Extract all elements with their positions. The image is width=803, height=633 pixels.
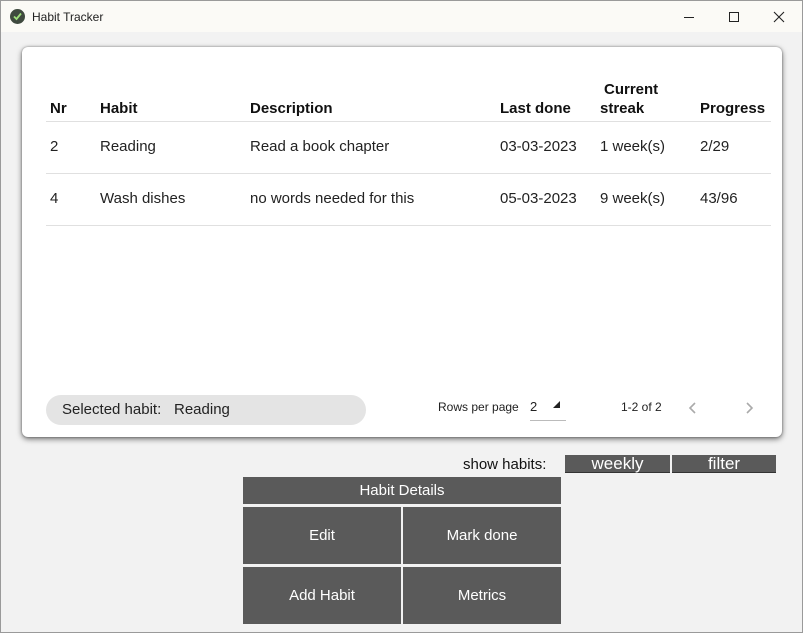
- add-habit-button[interactable]: Add Habit: [243, 567, 401, 624]
- rows-per-page-select[interactable]: 2: [530, 396, 566, 421]
- header-streak-line2: streak: [600, 100, 645, 117]
- main-content: Nr Habit Description Last done Current s…: [1, 32, 802, 632]
- close-button[interactable]: [756, 1, 802, 32]
- minimize-button[interactable]: [666, 1, 712, 32]
- pagination-range: 1-2 of 2: [621, 400, 662, 414]
- chevron-left-icon: [688, 402, 696, 414]
- cell-progress: 2/29: [700, 138, 730, 155]
- cell-last-done: 03-03-2023: [500, 138, 577, 155]
- app-check-icon: [10, 9, 25, 24]
- habits-table-card: Nr Habit Description Last done Current s…: [22, 47, 782, 437]
- minimize-icon: [684, 16, 694, 18]
- table-row[interactable]: 2 Reading Read a book chapter 03-03-2023…: [46, 121, 771, 173]
- rows-per-page-value: 2: [530, 399, 538, 414]
- header-streak-line1: Current: [604, 81, 659, 98]
- cell-description: Read a book chapter: [250, 138, 390, 155]
- filter-button[interactable]: filter: [672, 455, 776, 472]
- show-habits-label: show habits:: [463, 456, 547, 473]
- header-nr[interactable]: Nr: [50, 99, 67, 118]
- selected-habit-indicator: Selected habit: Reading: [46, 395, 366, 425]
- header-progress[interactable]: Progress: [700, 99, 765, 118]
- dropdown-arrow-icon: [553, 401, 560, 408]
- cell-streak: 9 week(s): [600, 190, 666, 207]
- header-last-done[interactable]: Last done: [500, 99, 571, 118]
- maximize-icon: [729, 11, 739, 22]
- close-icon: [773, 11, 785, 22]
- cell-progress: 43/96: [700, 190, 738, 207]
- cell-streak: 1 week(s): [600, 138, 666, 155]
- cell-habit: Reading: [100, 138, 156, 155]
- cell-last-done: 05-03-2023: [500, 190, 577, 207]
- maximize-button[interactable]: [711, 1, 757, 32]
- title-bar: Habit Tracker: [1, 1, 802, 32]
- cell-habit: Wash dishes: [100, 190, 186, 207]
- header-habit[interactable]: Habit: [100, 99, 138, 118]
- selected-habit-value: Reading: [174, 401, 230, 418]
- mark-done-button[interactable]: Mark done: [403, 507, 561, 564]
- periodicity-toggle-button[interactable]: weekly: [565, 455, 670, 472]
- app-window: Habit Tracker Nr Habit Description Last …: [0, 0, 803, 633]
- header-description[interactable]: Description: [250, 99, 333, 118]
- cell-nr: 4: [50, 190, 59, 207]
- header-current-streak[interactable]: Current streak: [600, 80, 658, 118]
- rows-per-page-label: Rows per page: [438, 400, 519, 414]
- chevron-right-icon: [746, 402, 754, 414]
- window-title: Habit Tracker: [32, 9, 104, 24]
- edit-button[interactable]: Edit: [243, 507, 401, 564]
- selected-habit-label: Selected habit:: [62, 401, 162, 418]
- cell-description: no words needed for this: [250, 190, 415, 207]
- next-page-button[interactable]: [738, 397, 760, 419]
- metrics-button[interactable]: Metrics: [403, 567, 561, 624]
- cell-nr: 2: [50, 138, 59, 155]
- habit-details-button[interactable]: Habit Details: [243, 477, 561, 504]
- previous-page-button[interactable]: [682, 397, 704, 419]
- table-row[interactable]: 4 Wash dishes no words needed for this 0…: [46, 173, 771, 226]
